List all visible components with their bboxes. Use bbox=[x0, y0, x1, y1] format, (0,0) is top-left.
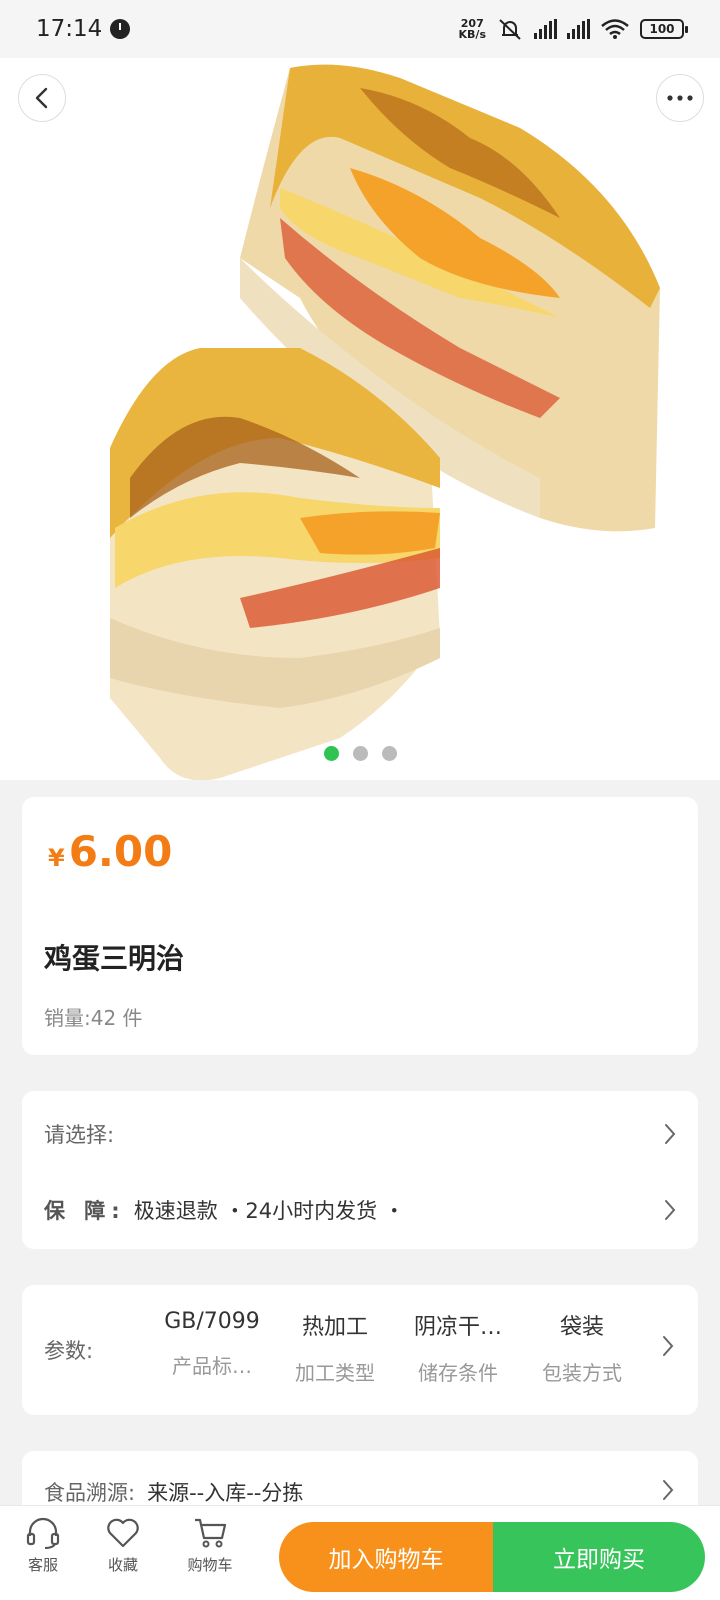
param-value: 热加工 bbox=[301, 1315, 368, 1340]
add-to-cart-button[interactable]: 加入购物车 bbox=[279, 1522, 493, 1592]
back-button[interactable] bbox=[18, 74, 66, 122]
chevron-right-icon bbox=[665, 1124, 676, 1144]
carousel-dot[interactable] bbox=[381, 746, 397, 761]
favorite-label: 收藏 bbox=[107, 1556, 138, 1574]
chevron-right-icon bbox=[663, 1336, 674, 1356]
param-value: 袋装 bbox=[559, 1315, 604, 1340]
price: ¥ 6.00 bbox=[48, 827, 172, 876]
status-icons: 207 KB/s 100 bbox=[459, 17, 688, 41]
carousel-indicator bbox=[0, 746, 720, 761]
product-name: 鸡蛋三明治 bbox=[44, 942, 185, 975]
chevron-left-icon bbox=[35, 87, 48, 109]
cart-label: 购物车 bbox=[187, 1556, 233, 1574]
network-speed: 207 KB/s bbox=[459, 18, 486, 40]
customer-service-label: 客服 bbox=[27, 1556, 58, 1574]
timer-icon bbox=[110, 19, 131, 39]
param-key: 储存条件 bbox=[418, 1361, 498, 1385]
select-spec-label: 请选择: bbox=[44, 1123, 115, 1147]
params-card[interactable]: 参数: GB/7099 产品标… 热加工 加工类型 阴凉干… 储存条件 袋装 包… bbox=[22, 1285, 698, 1415]
more-button[interactable] bbox=[656, 74, 704, 122]
buy-now-button[interactable]: 立即购买 bbox=[493, 1522, 705, 1592]
clock-time: 17:14 bbox=[36, 16, 103, 42]
guarantee-value: 极速退款 ・24小时内发货 ・ bbox=[133, 1199, 405, 1223]
customer-service-button[interactable]: 客服 bbox=[8, 1516, 78, 1575]
signal-icon-2 bbox=[567, 19, 590, 39]
chevron-right-icon bbox=[663, 1480, 674, 1500]
cart-icon bbox=[195, 1518, 227, 1548]
headset-icon bbox=[26, 1517, 60, 1549]
carousel-dot[interactable] bbox=[352, 746, 368, 761]
currency-symbol: ¥ bbox=[48, 844, 65, 872]
battery-level: 100 bbox=[649, 22, 675, 36]
params-label: 参数: bbox=[44, 1339, 94, 1363]
options-card: 请选择: 保 障: 极速退款 ・24小时内发货 ・ bbox=[22, 1091, 698, 1249]
guarantee-label: 保 障: bbox=[44, 1199, 126, 1223]
food-trace-row: 食品溯源: 来源--入库--分拣 bbox=[44, 1477, 303, 1507]
product-image bbox=[110, 64, 660, 780]
clock: 17:14 bbox=[36, 16, 131, 42]
select-spec-row[interactable]: 请选择: bbox=[44, 1119, 676, 1149]
param-key: 包装方式 bbox=[542, 1361, 622, 1385]
param-item: 阴凉干… 储存条件 bbox=[398, 1309, 518, 1386]
price-amount: 6.00 bbox=[68, 827, 173, 876]
param-key: 加工类型 bbox=[295, 1361, 375, 1385]
battery-icon: 100 bbox=[640, 19, 688, 39]
bottom-action-bar: 客服 收藏 购物车 加入购物车 立即购买 bbox=[0, 1505, 720, 1600]
param-item: 袋装 包装方式 bbox=[522, 1309, 642, 1386]
more-dots-icon bbox=[667, 95, 693, 101]
param-item: 热加工 加工类型 bbox=[275, 1309, 395, 1386]
wifi-icon bbox=[601, 19, 629, 39]
product-image-carousel[interactable] bbox=[0, 58, 720, 780]
status-bar: 17:14 207 KB/s 100 bbox=[0, 0, 720, 58]
favorite-button[interactable]: 收藏 bbox=[88, 1516, 158, 1575]
heart-icon bbox=[107, 1518, 139, 1548]
carousel-dot-active[interactable] bbox=[323, 746, 339, 761]
sales-count: 销量:42 件 bbox=[44, 1006, 143, 1030]
price-card: ¥ 6.00 鸡蛋三明治 销量:42 件 bbox=[22, 797, 698, 1055]
cart-button[interactable]: 购物车 bbox=[175, 1516, 245, 1575]
network-speed-unit: KB/s bbox=[458, 28, 486, 41]
param-key: 产品标… bbox=[172, 1354, 252, 1378]
food-trace-value: 来源--入库--分拣 bbox=[147, 1481, 304, 1505]
guarantee-row[interactable]: 保 障: 极速退款 ・24小时内发货 ・ bbox=[44, 1195, 676, 1225]
mute-bell-icon bbox=[499, 19, 521, 40]
param-value: 阴凉干… bbox=[413, 1315, 502, 1340]
param-value: GB/7099 bbox=[164, 1309, 260, 1334]
chevron-right-icon bbox=[665, 1200, 676, 1220]
signal-icon bbox=[534, 19, 557, 39]
param-item: GB/7099 产品标… bbox=[152, 1309, 272, 1379]
food-trace-label: 食品溯源: bbox=[44, 1481, 136, 1505]
